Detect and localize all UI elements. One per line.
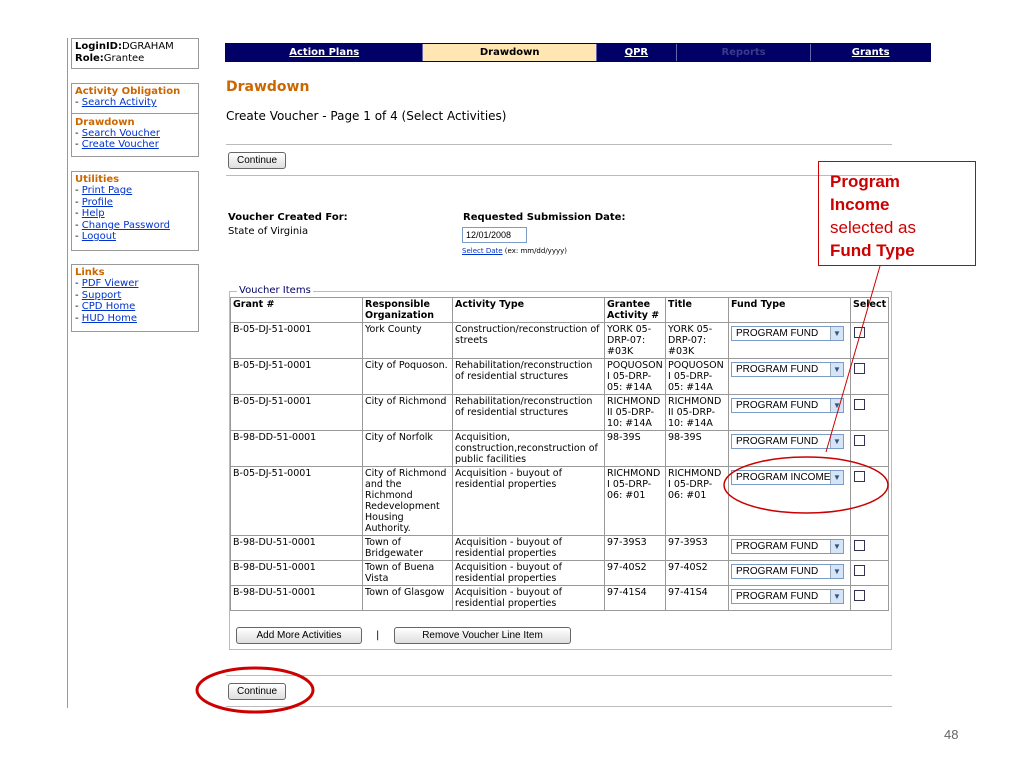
- highlight-ellipse-continue: [195, 666, 315, 714]
- highlight-ellipse-fund-type: [723, 456, 889, 514]
- slide-number: 48: [944, 727, 959, 742]
- annotation-pointer-line: [825, 265, 881, 453]
- annotation-overlay: [195, 265, 889, 714]
